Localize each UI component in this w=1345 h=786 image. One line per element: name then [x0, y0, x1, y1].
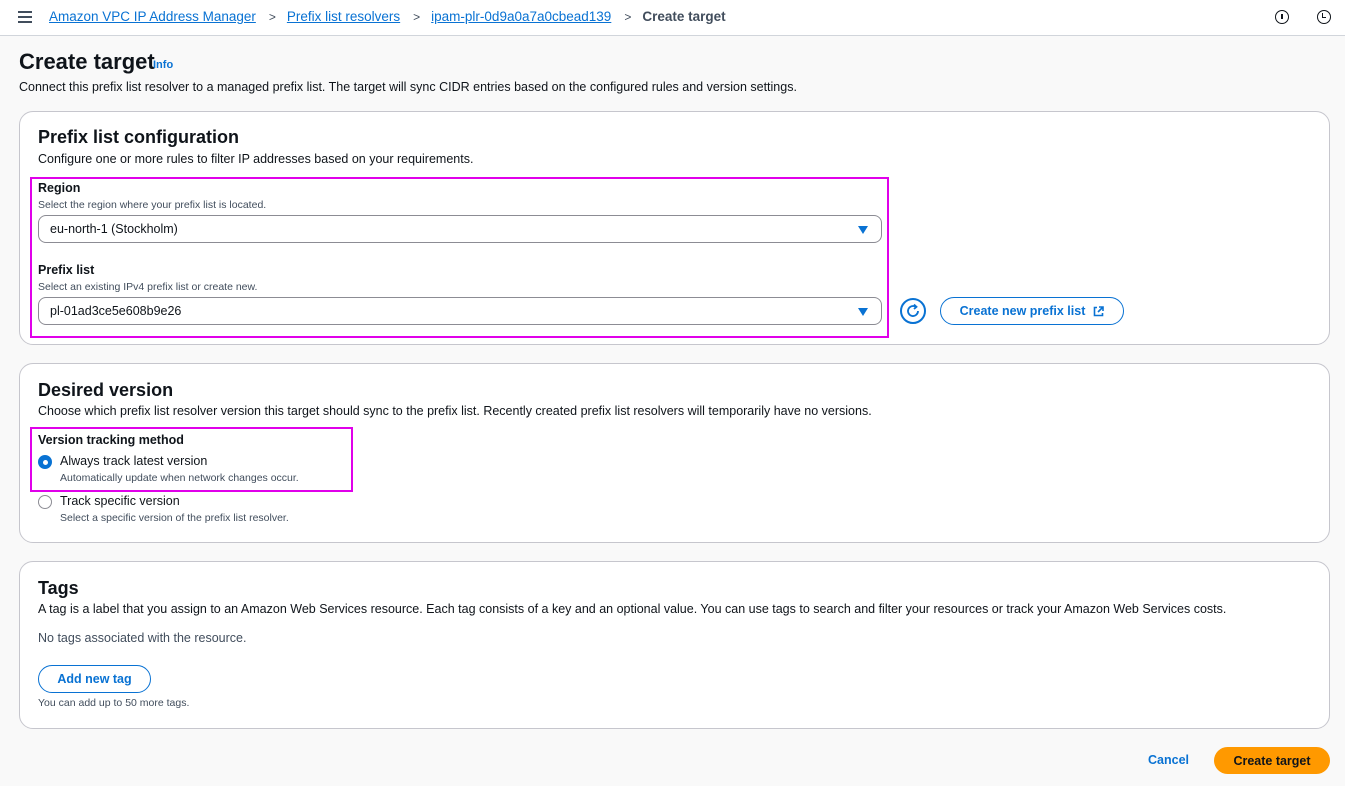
radio-always-latest[interactable]	[38, 455, 52, 469]
clock-icon[interactable]	[1317, 10, 1331, 24]
create-target-button[interactable]: Create target	[1214, 747, 1330, 774]
cancel-button[interactable]: Cancel	[1148, 753, 1189, 767]
add-new-tag-label: Add new tag	[57, 672, 132, 686]
breadcrumb: Amazon VPC IP Address Manager > Prefix l…	[49, 9, 726, 24]
region-select-value: eu-north-1 (Stockholm)	[50, 222, 178, 236]
refresh-icon	[907, 303, 919, 317]
breadcrumb-resolver-id-link[interactable]: ipam-plr-0d9a0a7a0cbead139	[431, 9, 611, 24]
prefix-list-select-value: pl-01ad3ce5e608b9e26	[50, 304, 182, 318]
create-target-label: Create target	[1233, 753, 1311, 768]
info-circle-icon[interactable]	[1275, 10, 1289, 24]
radio-always-latest-description: Automatically update when network change…	[60, 472, 299, 484]
radio-specific-version-label[interactable]: Track specific version	[60, 494, 180, 508]
panel-title: Desired version	[38, 380, 174, 400]
create-new-prefix-list-label: Create new prefix list	[959, 304, 1086, 318]
radio-specific-version[interactable]	[38, 495, 52, 509]
panel-title: Tags	[38, 578, 79, 598]
desired-version-panel: Desired version Choose which prefix list…	[19, 363, 1330, 543]
info-link[interactable]: Info	[153, 59, 173, 71]
panel-description: Choose which prefix list resolver versio…	[38, 404, 872, 418]
tag-limit-text: You can add up to 50 more tags.	[38, 697, 190, 709]
prefix-list-label: Prefix list	[38, 263, 95, 277]
region-hint: Select the region where your prefix list…	[38, 199, 267, 211]
page-title: Create target	[19, 49, 155, 74]
panel-title: Prefix list configuration	[38, 127, 240, 147]
prefix-list-select[interactable]: pl-01ad3ce5e608b9e26	[38, 297, 882, 325]
breadcrumb-separator-icon: >	[268, 9, 276, 24]
add-new-tag-button[interactable]: Add new tag	[38, 665, 151, 693]
radio-specific-version-description: Select a specific version of the prefix …	[60, 512, 289, 524]
breadcrumb-separator-icon: >	[624, 9, 632, 24]
breadcrumb-separator-icon: >	[413, 9, 421, 24]
prefix-list-hint: Select an existing IPv4 prefix list or c…	[38, 281, 258, 293]
region-label: Region	[38, 181, 81, 195]
top-navigation-bar: Amazon VPC IP Address Manager > Prefix l…	[0, 0, 1345, 36]
version-tracking-label: Version tracking method	[38, 433, 184, 447]
panel-description: A tag is a label that you assign to an A…	[38, 602, 1227, 616]
create-new-prefix-list-button[interactable]: Create new prefix list	[940, 297, 1124, 325]
page-description: Connect this prefix list resolver to a m…	[19, 80, 797, 94]
refresh-button[interactable]	[900, 298, 926, 324]
tags-panel: Tags A tag is a label that you assign to…	[19, 561, 1330, 729]
caret-down-icon	[858, 308, 868, 316]
breadcrumb-ipam-link[interactable]: Amazon VPC IP Address Manager	[49, 9, 256, 24]
panel-description: Configure one or more rules to filter IP…	[38, 152, 474, 166]
breadcrumb-resolvers-link[interactable]: Prefix list resolvers	[287, 9, 400, 24]
prefix-list-configuration-panel: Prefix list configuration Configure one …	[19, 111, 1330, 345]
radio-always-latest-label[interactable]: Always track latest version	[60, 454, 207, 468]
external-link-icon	[1093, 305, 1105, 317]
caret-down-icon	[858, 226, 868, 234]
region-select[interactable]: eu-north-1 (Stockholm)	[38, 215, 882, 243]
breadcrumb-current: Create target	[642, 9, 726, 24]
no-tags-text: No tags associated with the resource.	[38, 631, 247, 645]
menu-icon[interactable]	[18, 11, 32, 23]
